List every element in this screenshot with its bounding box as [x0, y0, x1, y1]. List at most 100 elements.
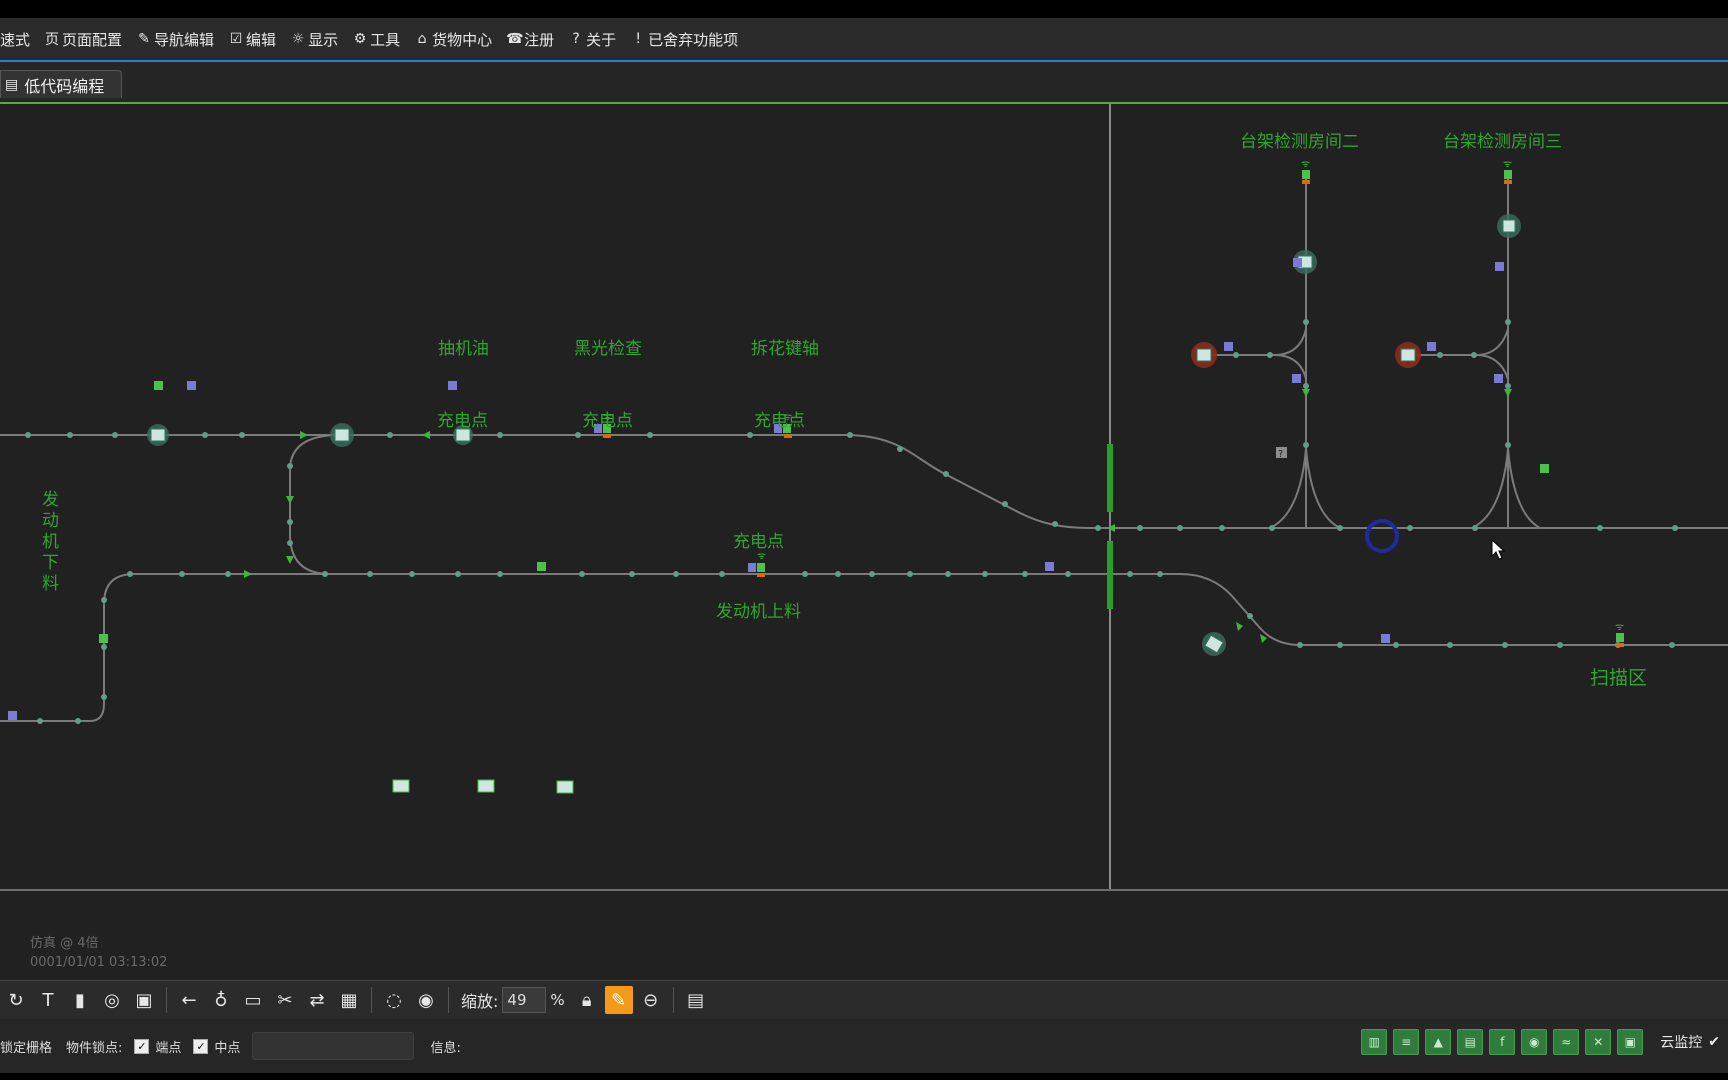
marker-a[interactable] [1427, 342, 1436, 351]
lock-icon[interactable]: 🔒︎ [573, 986, 601, 1014]
track-point[interactable] [179, 571, 185, 577]
menu-display[interactable]: ☼ 显示 [290, 29, 338, 50]
marker-e[interactable] [99, 634, 108, 643]
track-point[interactable] [719, 571, 725, 577]
gate-lower[interactable] [1107, 541, 1113, 609]
track-map[interactable]: ᯤ ᯤ ᯤ ᯤ ᯤ ᯤ ? 抽机油 黑光检查 拆花键轴 充电点 充电点 充电点 … [0, 104, 1728, 980]
map-canvas[interactable]: ᯤ ᯤ ᯤ ᯤ ᯤ ᯤ ? 抽机油 黑光检查 拆花键轴 充电点 充电点 充电点 … [0, 104, 1728, 980]
track-point[interactable] [322, 571, 328, 577]
menu-page-config[interactable]: 页 页面配置 [44, 29, 122, 50]
track-point[interactable] [202, 432, 208, 438]
track-point[interactable] [1557, 642, 1563, 648]
track-point[interactable] [409, 571, 415, 577]
track-point[interactable] [75, 718, 81, 724]
track-point[interactable] [101, 644, 107, 650]
marker-a[interactable] [8, 711, 17, 720]
track-main-upper[interactable] [0, 434, 1728, 529]
station-room3[interactable] [1497, 214, 1521, 238]
track-point[interactable] [287, 540, 293, 546]
track-point[interactable] [25, 432, 31, 438]
track-point[interactable] [1297, 642, 1303, 648]
track-point[interactable] [455, 571, 461, 577]
track-point[interactable] [1597, 525, 1603, 531]
track-point[interactable] [1337, 525, 1343, 531]
track-point[interactable] [1393, 642, 1399, 648]
track-point[interactable] [579, 571, 585, 577]
function-icon[interactable]: f [1489, 1029, 1516, 1055]
track-main-lower[interactable] [0, 573, 1728, 722]
track-point[interactable] [1471, 352, 1477, 358]
track-point[interactable] [747, 432, 753, 438]
parked-vehicle[interactable] [556, 780, 574, 794]
cloud-monitor-label[interactable]: 云监控 [1660, 1032, 1702, 1052]
track-point[interactable] [1052, 521, 1058, 527]
menu-tools[interactable]: ⚙ 工具 [352, 29, 400, 50]
track-point[interactable] [1303, 442, 1309, 448]
track-point[interactable] [673, 571, 679, 577]
parked-vehicle[interactable] [477, 779, 495, 793]
track-point[interactable] [835, 571, 841, 577]
track-point[interactable] [647, 432, 653, 438]
image-icon[interactable]: ▣ [130, 986, 158, 1014]
clipboard-icon[interactable]: ▤ [1457, 1029, 1484, 1055]
track-point[interactable] [1247, 613, 1253, 619]
track-point[interactable] [387, 432, 393, 438]
track-point[interactable] [1137, 525, 1143, 531]
track-point[interactable] [802, 571, 808, 577]
paint-icon[interactable]: ▮ [66, 986, 94, 1014]
track-point[interactable] [1157, 571, 1163, 577]
track-point[interactable] [1407, 525, 1413, 531]
back-arrow-icon[interactable]: ← [175, 986, 203, 1014]
track-point[interactable] [1022, 571, 1028, 577]
menu-about[interactable]: ? 关于 [568, 29, 616, 50]
eye-icon[interactable]: ◉ [412, 986, 440, 1014]
midpoint-checkbox[interactable]: ✓ [193, 1038, 209, 1054]
scissors-icon[interactable]: ✂ [271, 986, 299, 1014]
track-loop[interactable] [289, 434, 341, 575]
charge-marker-room2[interactable]: ᯤ [1301, 159, 1310, 184]
charge-marker-room3[interactable]: ᯤ [1503, 159, 1512, 184]
track-point[interactable] [112, 432, 118, 438]
track-point[interactable] [287, 463, 293, 469]
zoom-input[interactable] [502, 987, 547, 1013]
chart-icon[interactable]: ▥ [1361, 1029, 1388, 1055]
track-point[interactable] [367, 571, 373, 577]
track-point[interactable] [945, 571, 951, 577]
refresh-icon[interactable]: ⇄ [303, 986, 331, 1014]
panel-icon[interactable]: ▣ [1617, 1029, 1644, 1055]
link-icon[interactable]: ♁ [207, 986, 235, 1014]
calendar-icon[interactable]: ▤ [682, 986, 710, 1014]
menu-register[interactable]: ☎ 注册 [506, 29, 554, 50]
status-field[interactable] [252, 1032, 415, 1060]
track-point[interactable] [907, 571, 913, 577]
marker-e[interactable] [154, 381, 163, 390]
marker-a[interactable] [1381, 634, 1390, 643]
track-point[interactable] [67, 432, 73, 438]
gate-upper[interactable] [1107, 444, 1113, 512]
grid-icon[interactable]: ▦ [335, 986, 363, 1014]
track-point[interactable] [1672, 525, 1678, 531]
status-grid[interactable]: 锁定栅格 [0, 1037, 52, 1056]
track-point[interactable] [1472, 525, 1478, 531]
track-point[interactable] [1447, 642, 1453, 648]
marker-e[interactable] [537, 562, 546, 571]
track-point[interactable] [1303, 319, 1309, 325]
track-point[interactable] [1219, 525, 1225, 531]
rectangle-icon[interactable]: ▭ [239, 986, 267, 1014]
list-icon[interactable]: ≡ [1393, 1029, 1420, 1055]
track-point[interactable] [1095, 525, 1101, 531]
marker-a[interactable] [1495, 262, 1504, 271]
track-point[interactable] [1303, 383, 1309, 389]
track-room3-branch[interactable] [1408, 328, 1509, 380]
parked-vehicle[interactable] [392, 779, 410, 793]
marker-a[interactable] [1494, 374, 1503, 383]
track-point[interactable] [575, 432, 581, 438]
track-point[interactable] [1269, 525, 1275, 531]
station-left[interactable] [147, 424, 169, 446]
menu-edit[interactable]: ☑ 编辑 [228, 29, 276, 50]
track-room2-branch[interactable] [1204, 328, 1307, 380]
signal-icon[interactable]: ◉ [1521, 1029, 1548, 1055]
menu-mode[interactable]: 速式 [0, 29, 30, 50]
target-ring[interactable] [1365, 519, 1399, 553]
marker-a[interactable] [1293, 258, 1302, 267]
